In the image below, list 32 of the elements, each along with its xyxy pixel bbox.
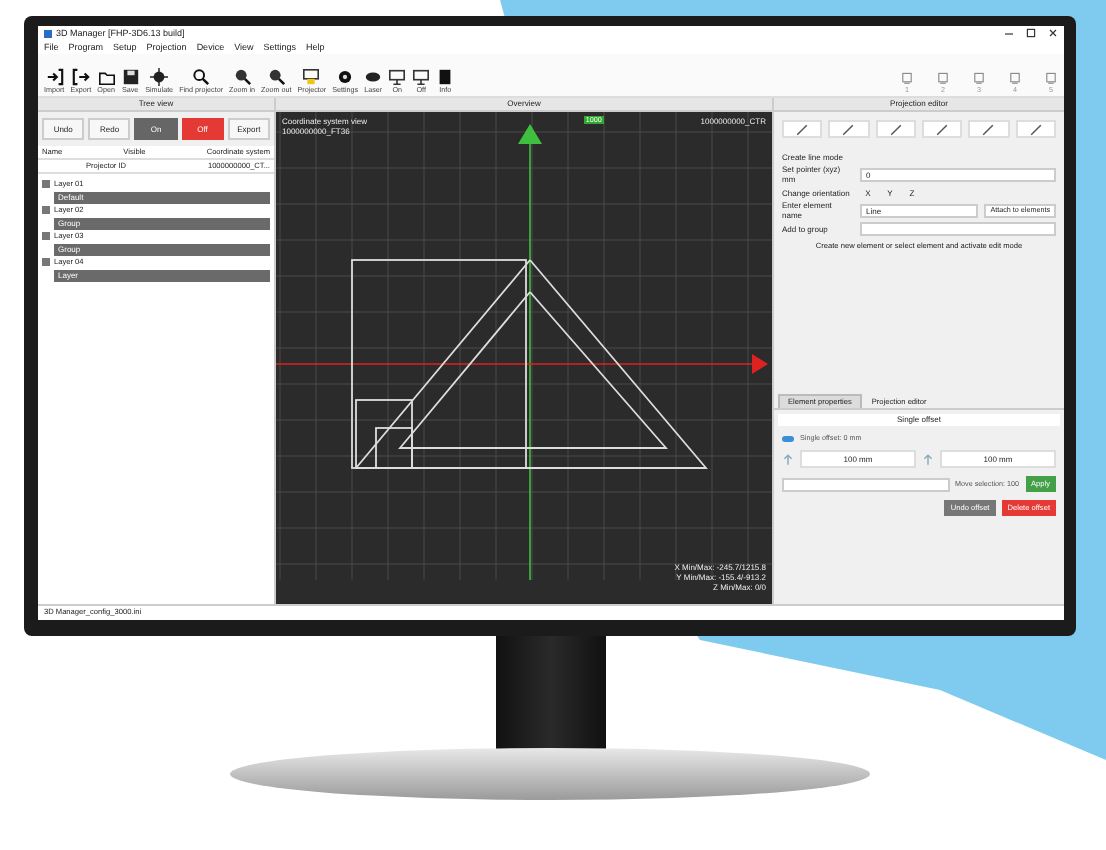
line-tool-icon <box>796 123 809 135</box>
line-tool-icon <box>936 123 949 135</box>
line-tool-icon <box>889 123 902 135</box>
monitor-icon <box>388 68 407 86</box>
maximize-icon[interactable] <box>1026 28 1036 38</box>
zoom-in-icon <box>233 68 252 86</box>
line-tool-icon <box>1029 123 1042 135</box>
tool-button[interactable] <box>828 120 870 138</box>
folder-icon <box>97 68 116 86</box>
import-icon <box>45 68 64 86</box>
export-icon <box>71 68 90 86</box>
app-icon <box>44 29 52 37</box>
arrow-icon <box>922 453 934 465</box>
group-dropdown[interactable] <box>860 221 1056 235</box>
line-tool-icon <box>842 123 855 135</box>
projector-icon <box>302 68 321 86</box>
arrow-icon <box>782 453 794 465</box>
search-icon <box>192 68 211 86</box>
tool-button[interactable] <box>921 120 963 138</box>
line-tool-icon <box>982 123 995 135</box>
monitor-icon <box>412 68 431 86</box>
input-field[interactable] <box>782 477 950 491</box>
zoom-out-icon <box>267 68 286 86</box>
minimize-icon[interactable] <box>1004 28 1014 38</box>
gear-icon <box>336 68 355 86</box>
crosshair-icon <box>150 68 169 86</box>
tool-button[interactable] <box>1015 120 1056 138</box>
tool-button[interactable] <box>968 120 1010 138</box>
tool-button[interactable] <box>875 120 916 138</box>
toggle-switch[interactable] <box>782 435 794 441</box>
close-icon[interactable] <box>1048 28 1058 38</box>
tool-button[interactable] <box>782 120 823 138</box>
